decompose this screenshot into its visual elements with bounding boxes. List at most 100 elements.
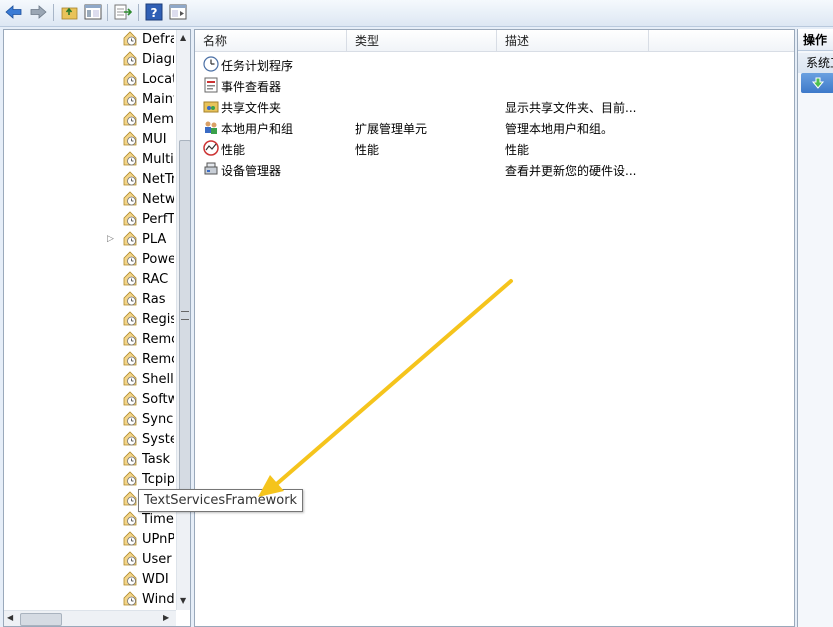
tree-item[interactable]: Tcpip bbox=[4, 470, 174, 490]
item-type: 扩展管理单元 bbox=[355, 122, 428, 136]
tree-item[interactable]: Task bbox=[4, 450, 174, 470]
tree-item[interactable]: Time bbox=[4, 510, 174, 530]
tree-item[interactable]: Powe bbox=[4, 250, 174, 270]
up-folder-icon[interactable] bbox=[60, 2, 80, 22]
registry-key-icon bbox=[122, 531, 138, 547]
list-item[interactable]: 性能 性能 性能 bbox=[201, 138, 791, 158]
tree-item-label: Netw bbox=[142, 192, 174, 207]
tree-item[interactable]: RAC bbox=[4, 270, 174, 290]
registry-key-icon bbox=[122, 351, 138, 367]
forward-icon[interactable] bbox=[28, 2, 48, 22]
tree-item[interactable]: MUI bbox=[4, 130, 174, 150]
item-name: 共享文件夹 bbox=[221, 101, 282, 115]
registry-key-icon bbox=[122, 571, 138, 587]
tree-item[interactable]: WDI bbox=[4, 570, 174, 590]
tree-item[interactable]: Multi bbox=[4, 150, 174, 170]
list-item[interactable]: 事件查看器 bbox=[201, 75, 791, 95]
tree-item-label: Ras bbox=[142, 292, 166, 307]
result-list[interactable]: 名称 类型 描述 任务计划程序 事件查看器 共享文件夹 显示共享文件夹、目前... 本地… bbox=[194, 29, 795, 627]
tree-item-label: Defra bbox=[142, 32, 174, 47]
tree-item[interactable]: UPnP bbox=[4, 530, 174, 550]
toolbar-separator bbox=[138, 4, 139, 21]
list-item[interactable]: 共享文件夹 显示共享文件夹、目前... bbox=[201, 96, 791, 116]
toolbar-separator bbox=[53, 4, 54, 21]
tree-item[interactable]: Syste bbox=[4, 430, 174, 450]
registry-key-icon bbox=[122, 171, 138, 187]
scroll-left-icon[interactable]: ◀ bbox=[7, 613, 13, 622]
scroll-up-icon[interactable]: ▲ bbox=[180, 33, 186, 42]
tree-item[interactable]: Regis bbox=[4, 310, 174, 330]
tree-item[interactable]: User bbox=[4, 550, 174, 570]
show-hide-tree-icon[interactable] bbox=[83, 2, 103, 22]
tree-scroll-thumb[interactable] bbox=[179, 140, 190, 497]
column-header-label: 类型 bbox=[355, 34, 380, 48]
show-hide-action-pane-icon[interactable] bbox=[168, 2, 188, 22]
tree-item-tooltip: TextServicesFramework bbox=[138, 489, 304, 512]
tree-item-label: Maint bbox=[142, 92, 174, 107]
registry-key-icon bbox=[122, 451, 138, 467]
scroll-down-icon[interactable]: ▼ bbox=[180, 596, 186, 605]
tree-item[interactable]: NetTr bbox=[4, 170, 174, 190]
list-item[interactable]: 任务计划程序 bbox=[201, 54, 791, 74]
tree-item-label: WDI bbox=[142, 572, 169, 587]
registry-key-icon bbox=[122, 371, 138, 387]
column-header-filler bbox=[649, 30, 794, 52]
column-header-name[interactable]: 名称 bbox=[195, 30, 347, 52]
performance-icon bbox=[203, 140, 219, 156]
tree-item[interactable]: Locat bbox=[4, 70, 174, 90]
event-viewer-icon bbox=[203, 77, 219, 93]
tree-vertical-scrollbar[interactable]: ▲ ▼ bbox=[176, 30, 190, 610]
column-header-label: 描述 bbox=[505, 34, 530, 48]
tree-item[interactable]: Maint bbox=[4, 90, 174, 110]
console-tree[interactable]: Defra Diagr Locat Maint Mem MUI Multi NetTr Netw… bbox=[3, 29, 191, 627]
list-item[interactable]: 本地用户和组 扩展管理单元 管理本地用户和组。 bbox=[201, 117, 791, 137]
tree-item[interactable]: Softw bbox=[4, 390, 174, 410]
registry-key-icon bbox=[122, 271, 138, 287]
registry-key-icon bbox=[122, 251, 138, 267]
tree-item[interactable]: Wind bbox=[4, 590, 174, 610]
list-item[interactable]: 设备管理器 查看并更新您的硬件设... bbox=[201, 159, 791, 179]
registry-key-icon bbox=[122, 411, 138, 427]
tree-item-label: Tcpip bbox=[142, 472, 174, 487]
tree-item[interactable]: Mem bbox=[4, 110, 174, 130]
svg-text:?: ? bbox=[151, 6, 158, 20]
tree-item[interactable]: Shell bbox=[4, 370, 174, 390]
registry-key-icon bbox=[122, 491, 138, 507]
tree-item[interactable]: Netw bbox=[4, 190, 174, 210]
item-description: 管理本地用户和组。 bbox=[505, 122, 614, 136]
registry-key-icon bbox=[122, 51, 138, 67]
tree-item-label: Mem bbox=[142, 112, 174, 127]
tree-item[interactable]: ▷ PLA bbox=[4, 230, 174, 250]
tree-item-label: NetTr bbox=[142, 172, 174, 187]
tree-item[interactable]: Diagr bbox=[4, 50, 174, 70]
scroll-right-icon[interactable]: ▶ bbox=[163, 613, 169, 622]
tree-item-label: UPnP bbox=[142, 532, 174, 547]
help-icon[interactable]: ? bbox=[144, 2, 164, 22]
tree-item-label: Remc bbox=[142, 332, 174, 347]
tree-horizontal-scrollbar[interactable]: ◀ ▶ bbox=[4, 610, 176, 626]
export-list-icon[interactable] bbox=[113, 2, 133, 22]
tree-item[interactable]: Remc bbox=[4, 330, 174, 350]
tree-item[interactable]: Remc bbox=[4, 350, 174, 370]
collapse-section-button[interactable] bbox=[801, 73, 833, 93]
registry-key-icon bbox=[122, 111, 138, 127]
item-name: 本地用户和组 bbox=[221, 122, 294, 136]
tree-item[interactable]: Defra bbox=[4, 30, 174, 50]
registry-key-icon bbox=[122, 291, 138, 307]
item-name: 性能 bbox=[221, 143, 246, 157]
column-header-description[interactable]: 描述 bbox=[497, 30, 649, 52]
registry-key-icon bbox=[122, 151, 138, 167]
back-icon[interactable] bbox=[4, 2, 24, 22]
actions-header: 操作 bbox=[798, 29, 833, 51]
registry-key-icon bbox=[122, 431, 138, 447]
tree-item-label: SyncC bbox=[142, 412, 174, 427]
expand-icon[interactable]: ▷ bbox=[107, 234, 114, 244]
shared-folder-icon bbox=[203, 98, 219, 114]
tree-hscroll-thumb[interactable] bbox=[20, 613, 62, 626]
tree-item[interactable]: PerfT bbox=[4, 210, 174, 230]
tree-item[interactable]: SyncC bbox=[4, 410, 174, 430]
column-header-type[interactable]: 类型 bbox=[347, 30, 497, 52]
item-description: 性能 bbox=[505, 143, 530, 157]
tree-item[interactable]: Ras bbox=[4, 290, 174, 310]
actions-section-title[interactable]: 系统工 bbox=[798, 53, 833, 73]
